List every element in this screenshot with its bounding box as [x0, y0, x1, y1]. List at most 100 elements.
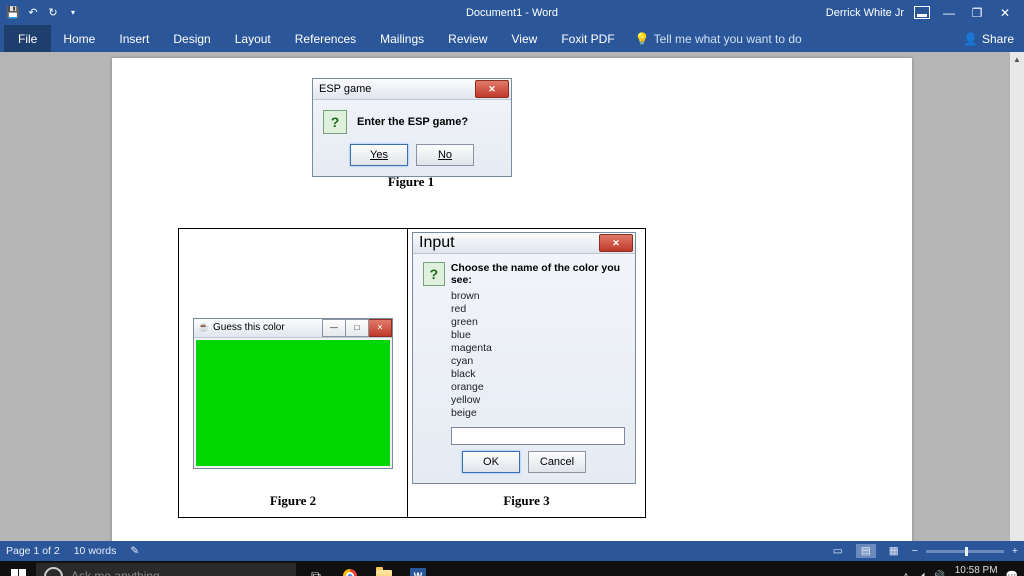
word-count[interactable]: 10 words — [74, 545, 117, 557]
input-dialog-titlebar: Input ✕ — [413, 233, 635, 254]
figure2-cell: ☕ Guess this color — □ ✕ Figure 2 — [178, 228, 408, 518]
file-explorer-icon[interactable] — [368, 561, 400, 576]
tab-file[interactable]: File — [4, 25, 51, 52]
input-dialog-title-label: Input — [419, 234, 455, 252]
web-layout-icon[interactable]: ▦ — [884, 544, 904, 558]
color-option: beige — [451, 407, 625, 420]
volume-icon[interactable]: 🔊 — [933, 571, 945, 576]
share-label: Share — [982, 32, 1014, 46]
figure3-caption: Figure 3 — [408, 493, 645, 509]
close-button[interactable]: ✕ — [996, 6, 1014, 20]
input-dialog: Input ✕ ? Choose the name of the color y… — [412, 232, 636, 484]
figure1-caption: Figure 1 — [312, 174, 510, 190]
color-option: red — [451, 303, 625, 316]
status-bar: Page 1 of 2 10 words ✎ ▭ ▤ ▦ − + — [0, 541, 1024, 561]
color-swatch — [196, 340, 390, 466]
tab-view[interactable]: View — [500, 25, 550, 52]
action-center-icon[interactable]: 💬 — [1006, 571, 1018, 576]
color-option: brown — [451, 290, 625, 303]
vertical-scrollbar[interactable]: ▲ — [1010, 52, 1024, 541]
chrome-icon[interactable] — [334, 561, 366, 576]
dialog-close-button[interactable]: ✕ — [475, 80, 509, 98]
page-indicator[interactable]: Page 1 of 2 — [6, 545, 60, 557]
window-maximize-button[interactable]: □ — [346, 319, 369, 337]
search-placeholder: Ask me anything — [71, 569, 160, 576]
dialog-titlebar: ESP game ✕ — [313, 79, 511, 100]
share-icon: 👤 — [963, 32, 978, 46]
cancel-button[interactable]: Cancel — [528, 451, 586, 473]
tell-me-search[interactable]: 💡 Tell me what you want to do — [635, 32, 802, 46]
color-option: yellow — [451, 394, 625, 407]
window-title-label: Guess this color — [213, 322, 285, 333]
tab-references[interactable]: References — [283, 25, 368, 52]
read-mode-icon[interactable]: ▭ — [828, 544, 848, 558]
figure2-caption: Figure 2 — [179, 493, 407, 509]
window-minimize-button[interactable]: — — [322, 319, 346, 337]
tab-layout[interactable]: Layout — [223, 25, 283, 52]
color-option: blue — [451, 329, 625, 342]
tab-foxit-pdf[interactable]: Foxit PDF — [549, 25, 626, 52]
ribbon-tabs: File Home Insert Design Layout Reference… — [0, 25, 1024, 52]
word-titlebar: 💾 ↶ ↻ ▾ Document1 - Word Derrick White J… — [0, 0, 1024, 25]
task-view-icon[interactable]: ⧉ — [300, 561, 332, 576]
no-button[interactable]: No — [416, 144, 474, 166]
wifi-icon[interactable]: ◢ — [917, 571, 925, 576]
save-icon[interactable]: 💾 — [6, 6, 20, 20]
window-close-button[interactable]: ✕ — [369, 319, 392, 337]
figure3-cell: Input ✕ ? Choose the name of the color y… — [408, 228, 646, 518]
proofing-icon[interactable]: ✎ — [130, 545, 139, 557]
tell-me-placeholder: Tell me what you want to do — [654, 32, 802, 46]
clock[interactable]: 10:58 PM 3/20/2017 — [953, 565, 998, 576]
print-layout-icon[interactable]: ▤ — [856, 544, 876, 558]
tab-review[interactable]: Review — [436, 25, 499, 52]
redo-icon[interactable]: ↻ — [46, 6, 60, 20]
document-page: ESP game ✕ ? Enter the ESP game? Yes No … — [112, 58, 912, 541]
esp-game-dialog: ESP game ✕ ? Enter the ESP game? Yes No — [312, 78, 512, 177]
cortana-icon — [44, 567, 63, 576]
window-titlebar: ☕ Guess this color — □ ✕ — [194, 319, 392, 338]
qat-customize-icon[interactable]: ▾ — [66, 6, 80, 20]
document-title: Document1 - Word — [466, 7, 558, 19]
scroll-up-icon[interactable]: ▲ — [1010, 52, 1024, 66]
restore-button[interactable]: ❐ — [968, 6, 986, 20]
share-button[interactable]: 👤 Share — [963, 32, 1014, 46]
color-option: black — [451, 368, 625, 381]
color-option: cyan — [451, 355, 625, 368]
color-input-field[interactable] — [451, 427, 625, 445]
tab-home[interactable]: Home — [51, 25, 107, 52]
start-button[interactable] — [0, 561, 36, 576]
system-tray: ˄ ◢ 🔊 10:58 PM 3/20/2017 💬 — [903, 565, 1018, 576]
tab-design[interactable]: Design — [161, 25, 222, 52]
zoom-slider[interactable] — [926, 550, 1004, 553]
guess-color-window: ☕ Guess this color — □ ✕ — [193, 318, 393, 469]
undo-icon[interactable]: ↶ — [26, 6, 40, 20]
question-icon: ? — [323, 110, 347, 134]
input-prompt-label: Choose the name of the color you see: — [451, 262, 625, 286]
color-option: magenta — [451, 342, 625, 355]
java-icon: ☕ — [198, 322, 210, 334]
zoom-out-button[interactable]: − — [912, 545, 918, 557]
time-label: 10:58 PM — [953, 565, 998, 576]
zoom-in-button[interactable]: + — [1012, 545, 1018, 557]
input-dialog-close-button[interactable]: ✕ — [599, 234, 633, 252]
word-taskbar-icon[interactable]: W — [402, 561, 434, 576]
dialog-title-label: ESP game — [319, 83, 371, 95]
user-name: Derrick White Jr — [826, 7, 904, 19]
cortana-search[interactable]: Ask me anything — [36, 563, 296, 576]
color-option: green — [451, 316, 625, 329]
color-option: orange — [451, 381, 625, 394]
ok-button[interactable]: OK — [462, 451, 520, 473]
esp-prompt-label: Enter the ESP game? — [357, 116, 468, 128]
windows-taskbar: Ask me anything ⧉ W ˄ ◢ 🔊 10:58 PM 3/20/… — [0, 561, 1024, 576]
figure-grid: ☕ Guess this color — □ ✕ Figure 2 — [178, 228, 646, 518]
yes-button[interactable]: Yes — [350, 144, 408, 166]
document-workspace: ▲ ESP game ✕ ? Enter the ESP game? Yes N… — [0, 52, 1024, 541]
tab-mailings[interactable]: Mailings — [368, 25, 436, 52]
question-icon: ? — [423, 262, 445, 286]
ribbon-display-icon[interactable] — [914, 6, 930, 19]
tab-insert[interactable]: Insert — [107, 25, 161, 52]
bulb-icon: 💡 — [635, 32, 650, 46]
minimize-button[interactable]: — — [940, 6, 958, 20]
tray-chevron-icon[interactable]: ˄ — [903, 571, 909, 576]
color-options-list: brown red green blue magenta cyan black … — [413, 286, 635, 426]
